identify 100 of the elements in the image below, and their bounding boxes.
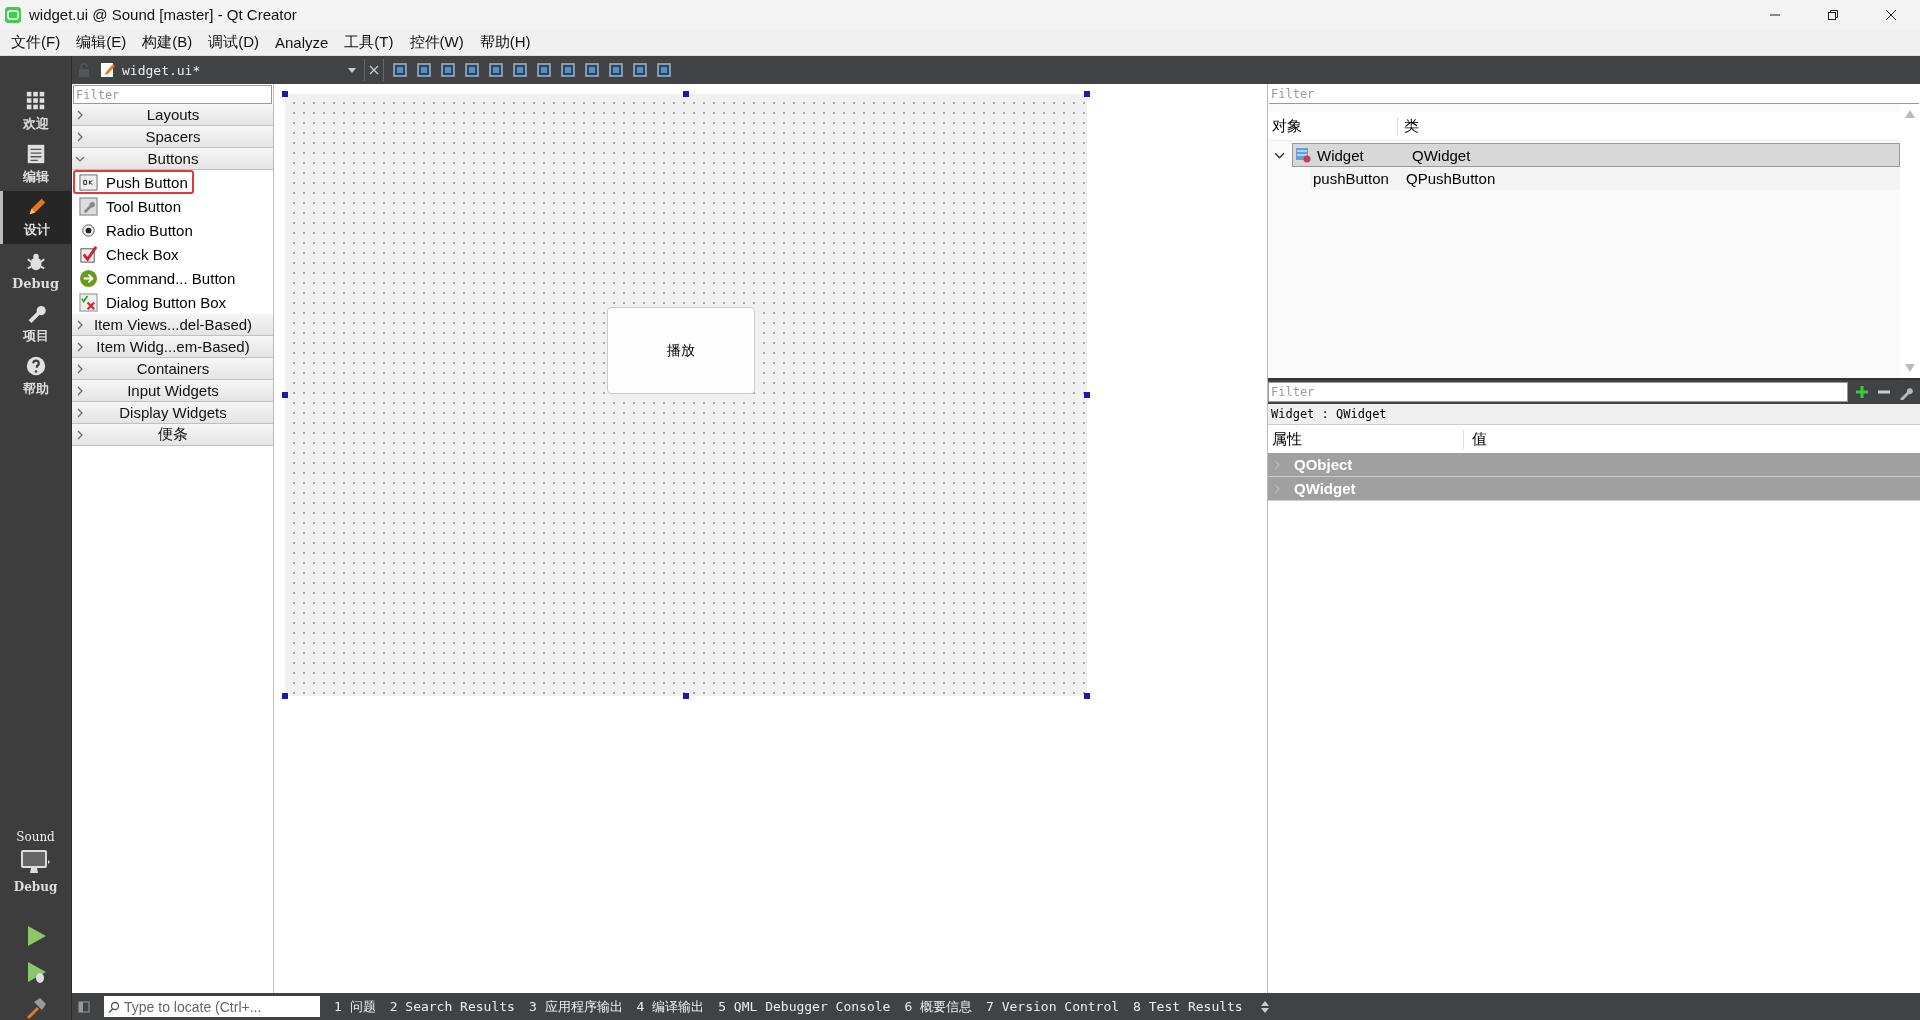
filter-field[interactable]: Filter [1268,382,1848,402]
category-header[interactable]: Display Widgets [72,402,273,424]
menu-item[interactable]: 工具(T) [336,30,402,54]
category-label: Item Widg...em-Based) [95,338,251,355]
filter-field[interactable]: Filter [73,85,272,104]
category-header[interactable]: Containers [72,358,273,380]
output-pane-button[interactable]: 1 问题 [334,997,376,1016]
file-name: widget.ui* [122,62,201,78]
mode-button[interactable]: 编辑 [0,138,71,191]
project-label: Sound [16,830,55,844]
column-header: 值 [1471,429,1487,449]
output-pane-button[interactable]: 5 QML Debugger Console [718,999,891,1014]
widget-label: Radio Button [106,221,193,239]
category-label: Spacers [144,128,202,145]
resize-handle[interactable] [683,91,689,97]
category-header[interactable]: Item Views...del-Based) [72,314,273,336]
column-header: 类 [1403,116,1419,136]
chevron-right-icon [75,109,85,120]
resize-handle[interactable] [1084,91,1090,97]
category-header[interactable]: Layouts [72,104,273,126]
mode-button[interactable]: 欢迎 [0,85,71,138]
dialog-box-icon [79,292,98,312]
widget-label: Push Button [106,173,188,191]
widget-item[interactable]: Check Box [73,242,185,266]
category-header[interactable]: Spacers [72,126,273,148]
tree-row[interactable]: pushButton QPushButton [1310,167,1900,190]
group-label: QWidget [1294,480,1356,497]
scroll-down-icon[interactable] [1905,364,1915,372]
category-header[interactable]: Input Widgets [72,380,273,402]
menu-item[interactable]: 帮助(H) [471,30,539,54]
widget-item[interactable]: Push Button [73,170,194,194]
restore-icon [1827,8,1839,21]
tree-row[interactable]: Widget QWidget [1292,143,1900,167]
output-pane-button[interactable]: 8 Test Results [1133,999,1243,1014]
class-name: QPushButton [1405,170,1496,187]
chevron-right-icon [75,131,85,142]
mode-button[interactable]: 帮助 [0,350,71,403]
menu-item[interactable]: 构建(B) [134,30,201,54]
document-selector[interactable]: widget.ui* [100,62,356,78]
kit-selector[interactable]: Debug [9,850,62,894]
category-header[interactable]: 便条 [72,424,273,446]
checkbox-icon [79,244,98,264]
widget-item[interactable]: Command... Button [73,266,242,290]
chevron-right-icon [75,407,85,418]
filter-field[interactable]: Filter [1269,85,1919,104]
output-pane-button[interactable]: 7 Version Control [986,999,1120,1014]
widget-label: Tool Button [106,197,182,215]
resize-handle[interactable] [282,693,288,699]
category-label: Display Widgets [118,404,228,421]
resize-handle[interactable] [1084,693,1090,699]
file-edit-icon [100,62,116,78]
scroll-up-icon[interactable] [1905,110,1915,118]
chevron-right-icon [75,319,85,330]
output-pane-button[interactable]: 6 概要信息 [904,997,973,1016]
help-icon [24,355,47,377]
push-button[interactable]: 播放 [607,307,755,394]
category-label: 便条 [157,425,189,444]
widget-item[interactable]: Dialog Button Box [73,290,233,314]
widget-label: Dialog Button Box [106,293,227,311]
menu-item[interactable]: Analyze [267,31,337,53]
chevron-right-icon [75,363,85,374]
menu-item[interactable]: 调试(D) [200,30,267,54]
sidebar-toggle-icon[interactable] [78,1000,90,1013]
object-name: Widget [1317,146,1365,164]
resize-handle[interactable] [282,392,288,398]
column-header: 属性 [1268,429,1464,449]
up-down-arrows-icon[interactable] [1260,1000,1269,1013]
group-label: QObject [1294,456,1353,473]
add-icon[interactable] [1854,384,1870,400]
resize-handle[interactable] [282,91,288,97]
mode-button[interactable]: Debug [0,244,71,297]
output-pane-button[interactable]: 2 Search Results [389,999,515,1014]
widget-item[interactable]: Radio Button [73,218,199,242]
class-name: QWidget [1411,146,1471,164]
form-canvas[interactable]: 播放 [285,94,1087,696]
chevron-right-icon [75,341,85,352]
menu-item[interactable]: 编辑(E) [68,30,135,54]
output-pane-button[interactable]: 4 编译输出 [636,997,705,1016]
object-class-label: Widget : QWidget [1268,404,1920,425]
push-button-icon [79,172,98,192]
widget-item[interactable]: Tool Button [73,194,188,218]
close-document-button[interactable] [364,59,384,81]
menu-item[interactable]: 文件(F) [3,30,69,54]
menu-item[interactable]: 控件(W) [401,30,472,54]
category-header[interactable]: Buttons [72,148,273,170]
widget-label: Command... Button [106,269,236,287]
resize-handle[interactable] [1084,392,1090,398]
tool-button-icon [79,196,98,216]
mode-button[interactable]: 设计 [0,191,71,244]
resize-handle[interactable] [683,693,689,699]
output-pane-button[interactable]: 3 应用程序输出 [528,997,623,1016]
category-label: Containers [135,360,211,377]
mode-button[interactable]: 项目 [0,297,71,350]
widget-icon [1295,147,1311,163]
arrow-circle-icon [79,268,98,288]
dropdown-arrow-icon [348,67,356,73]
close-icon [369,65,379,75]
category-header[interactable]: Item Widg...em-Based) [72,336,273,358]
object-name: pushButton [1312,170,1390,187]
locator-field[interactable]: Type to locate (Ctrl+... [104,996,320,1017]
